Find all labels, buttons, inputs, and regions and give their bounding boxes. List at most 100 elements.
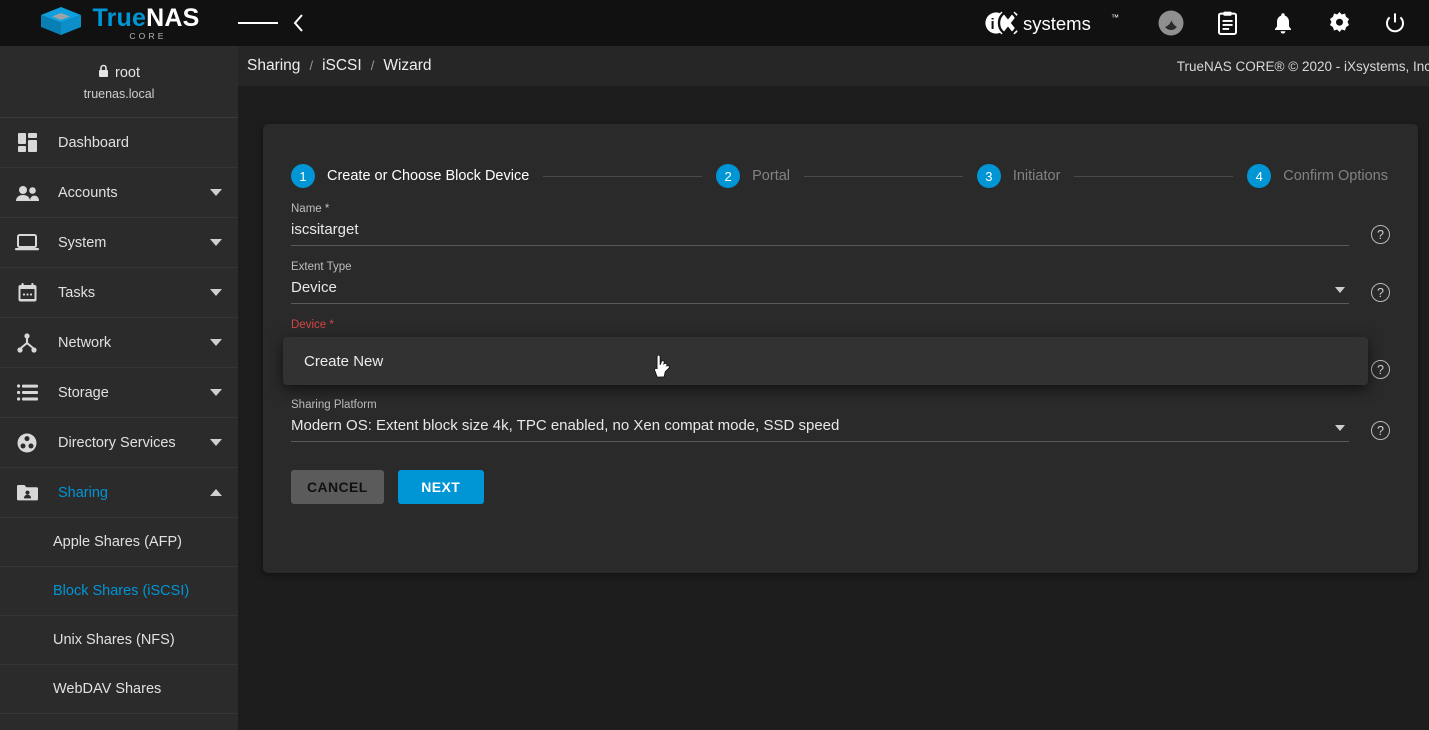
dropdown-option-create-new[interactable]: Create New <box>283 353 383 370</box>
username-row: root <box>0 64 238 82</box>
sidebar-item-label: Dashboard <box>58 134 129 151</box>
ixsystems-logo[interactable]: i systems ™ <box>983 10 1125 36</box>
step-label: Portal <box>752 168 791 184</box>
chevron-down-icon[interactable] <box>210 289 222 296</box>
breadcrumb-item-sharing[interactable]: Sharing <box>247 57 300 75</box>
lock-icon <box>98 64 109 82</box>
next-button[interactable]: NEXT <box>397 470 484 504</box>
step-number: 4 <box>1247 164 1272 188</box>
chevron-left-icon[interactable] <box>278 3 318 43</box>
power-icon[interactable] <box>1375 3 1415 43</box>
sidebar-subitem-apple-shares[interactable]: Apple Shares (AFP) <box>0 518 238 567</box>
chevron-down-icon[interactable] <box>210 339 222 346</box>
sidebar-subitem-label: Block Shares (iSCSI) <box>53 583 190 599</box>
chevron-down-icon[interactable] <box>1335 287 1345 293</box>
chevron-down-icon[interactable] <box>210 389 222 396</box>
extent-type-field-group: Extent Type Device ? <box>291 260 1390 304</box>
chevron-down-icon[interactable] <box>210 239 222 246</box>
sidebar-item-tasks[interactable]: Tasks <box>0 268 238 318</box>
sidebar-subitem-label: Apple Shares (AFP) <box>53 534 182 550</box>
cancel-button[interactable]: CANCEL <box>291 470 384 504</box>
wizard-stepper: 1 Create or Choose Block Device 2 Portal… <box>263 124 1418 188</box>
device-select-dropdown-panel[interactable]: Create New <box>283 337 1368 385</box>
sharing-platform-label: Sharing Platform <box>291 399 377 411</box>
wizard-step-4[interactable]: 4 Confirm Options <box>1247 164 1388 188</box>
top-bar: i systems ™ <box>238 0 1429 46</box>
breadcrumb-bar: Sharing / iSCSI / Wizard TrueNAS CORE® ©… <box>238 46 1429 86</box>
sidebar-item-label: Accounts <box>58 184 118 201</box>
sidebar-item-label: Network <box>58 334 112 351</box>
sidebar-item-sharing[interactable]: Sharing <box>0 468 238 518</box>
step-connector <box>543 175 703 177</box>
help-circle-icon[interactable]: ? <box>1371 421 1390 440</box>
wizard-actions: CANCEL NEXT <box>263 442 1418 504</box>
step-label: Confirm Options <box>1283 168 1388 184</box>
breadcrumb-item-iscsi[interactable]: iSCSI <box>322 57 362 75</box>
network-share-icon <box>14 332 40 354</box>
topbar-icon-group <box>1151 3 1429 43</box>
help-circle-icon[interactable]: ? <box>1371 283 1390 302</box>
chevron-down-icon[interactable] <box>210 439 222 446</box>
name-input[interactable]: iscsitarget <box>291 216 1390 245</box>
sharing-platform-select[interactable]: Modern OS: Extent block size 4k, TPC ena… <box>291 412 1390 441</box>
step-number: 3 <box>976 164 1001 188</box>
chevron-up-icon[interactable] <box>210 489 222 496</box>
breadcrumb-separator: / <box>309 58 314 73</box>
wizard-step-3[interactable]: 3 Initiator <box>976 164 1060 188</box>
breadcrumb-item-wizard: Wizard <box>383 57 432 74</box>
user-info: root truenas.local <box>0 46 238 118</box>
name-field-group: Name * iscsitarget ? <box>291 202 1390 246</box>
sidebar-item-accounts[interactable]: Accounts <box>0 168 238 218</box>
truecommand-icon[interactable] <box>1151 3 1191 43</box>
sidebar-item-label: Directory Services <box>58 434 176 451</box>
alerts-bell-icon[interactable] <box>1263 3 1303 43</box>
sidebar: TrueNAS CORE root truenas.local Dashboar… <box>0 0 238 730</box>
wizard-step-1[interactable]: 1 Create or Choose Block Device <box>291 164 529 188</box>
sidebar-subitem-block-shares[interactable]: Block Shares (iSCSI) <box>0 567 238 616</box>
sidebar-item-system[interactable]: System <box>0 218 238 268</box>
brand-header[interactable]: TrueNAS CORE <box>0 0 238 46</box>
sidebar-subitem-unix-shares[interactable]: Unix Shares (NFS) <box>0 616 238 665</box>
chevron-down-icon[interactable] <box>1335 425 1345 431</box>
step-connector <box>804 175 963 177</box>
sidebar-item-dashboard[interactable]: Dashboard <box>0 118 238 168</box>
jobs-clipboard-icon[interactable] <box>1207 3 1247 43</box>
sharing-platform-underline <box>291 441 1349 442</box>
storage-disks-icon <box>14 382 40 404</box>
sharing-platform-field-group: Sharing Platform Modern OS: Extent block… <box>291 398 1390 442</box>
sidebar-item-storage[interactable]: Storage <box>0 368 238 418</box>
step-number: 1 <box>291 164 315 188</box>
chevron-down-icon[interactable] <box>210 189 222 196</box>
wizard-step-2[interactable]: 2 Portal <box>716 164 790 188</box>
sidebar-item-label: Tasks <box>58 284 96 301</box>
extent-type-select[interactable]: Device <box>291 274 1390 303</box>
brand-name-true: True <box>92 3 147 32</box>
settings-gear-icon[interactable] <box>1319 3 1359 43</box>
step-label: Create or Choose Block Device <box>327 168 530 184</box>
system-laptop-icon <box>14 232 40 254</box>
hamburger-menu-icon[interactable] <box>238 3 278 43</box>
hostname-label: truenas.local <box>83 87 155 101</box>
directory-services-icon <box>14 432 40 454</box>
extent-type-label: Extent Type <box>291 261 352 273</box>
device-field-label: Device * <box>291 319 334 331</box>
tasks-calendar-icon <box>14 282 40 304</box>
sidebar-item-network[interactable]: Network <box>0 318 238 368</box>
sidebar-subitem-webdav-shares[interactable]: WebDAV Shares <box>0 665 238 714</box>
truenas-cube-logo <box>39 6 83 41</box>
sidebar-item-label: Sharing <box>58 484 108 501</box>
brand-wordmark: TrueNAS CORE <box>92 3 200 41</box>
dashboard-icon <box>14 132 40 154</box>
username-label: root <box>115 65 140 81</box>
main-content: 1 Create or Choose Block Device 2 Portal… <box>238 86 1429 730</box>
sidebar-item-label: Storage <box>58 384 109 401</box>
accounts-people-icon <box>14 182 40 204</box>
svg-text:™: ™ <box>1111 13 1119 22</box>
svg-text:systems: systems <box>1023 13 1091 34</box>
sharing-folder-icon <box>14 482 40 504</box>
sidebar-item-directory-services[interactable]: Directory Services <box>0 418 238 468</box>
brand-name-nas: NAS <box>146 3 200 32</box>
help-circle-icon[interactable]: ? <box>1371 225 1390 244</box>
help-circle-icon[interactable]: ? <box>1371 360 1390 379</box>
step-connector <box>1074 175 1234 177</box>
